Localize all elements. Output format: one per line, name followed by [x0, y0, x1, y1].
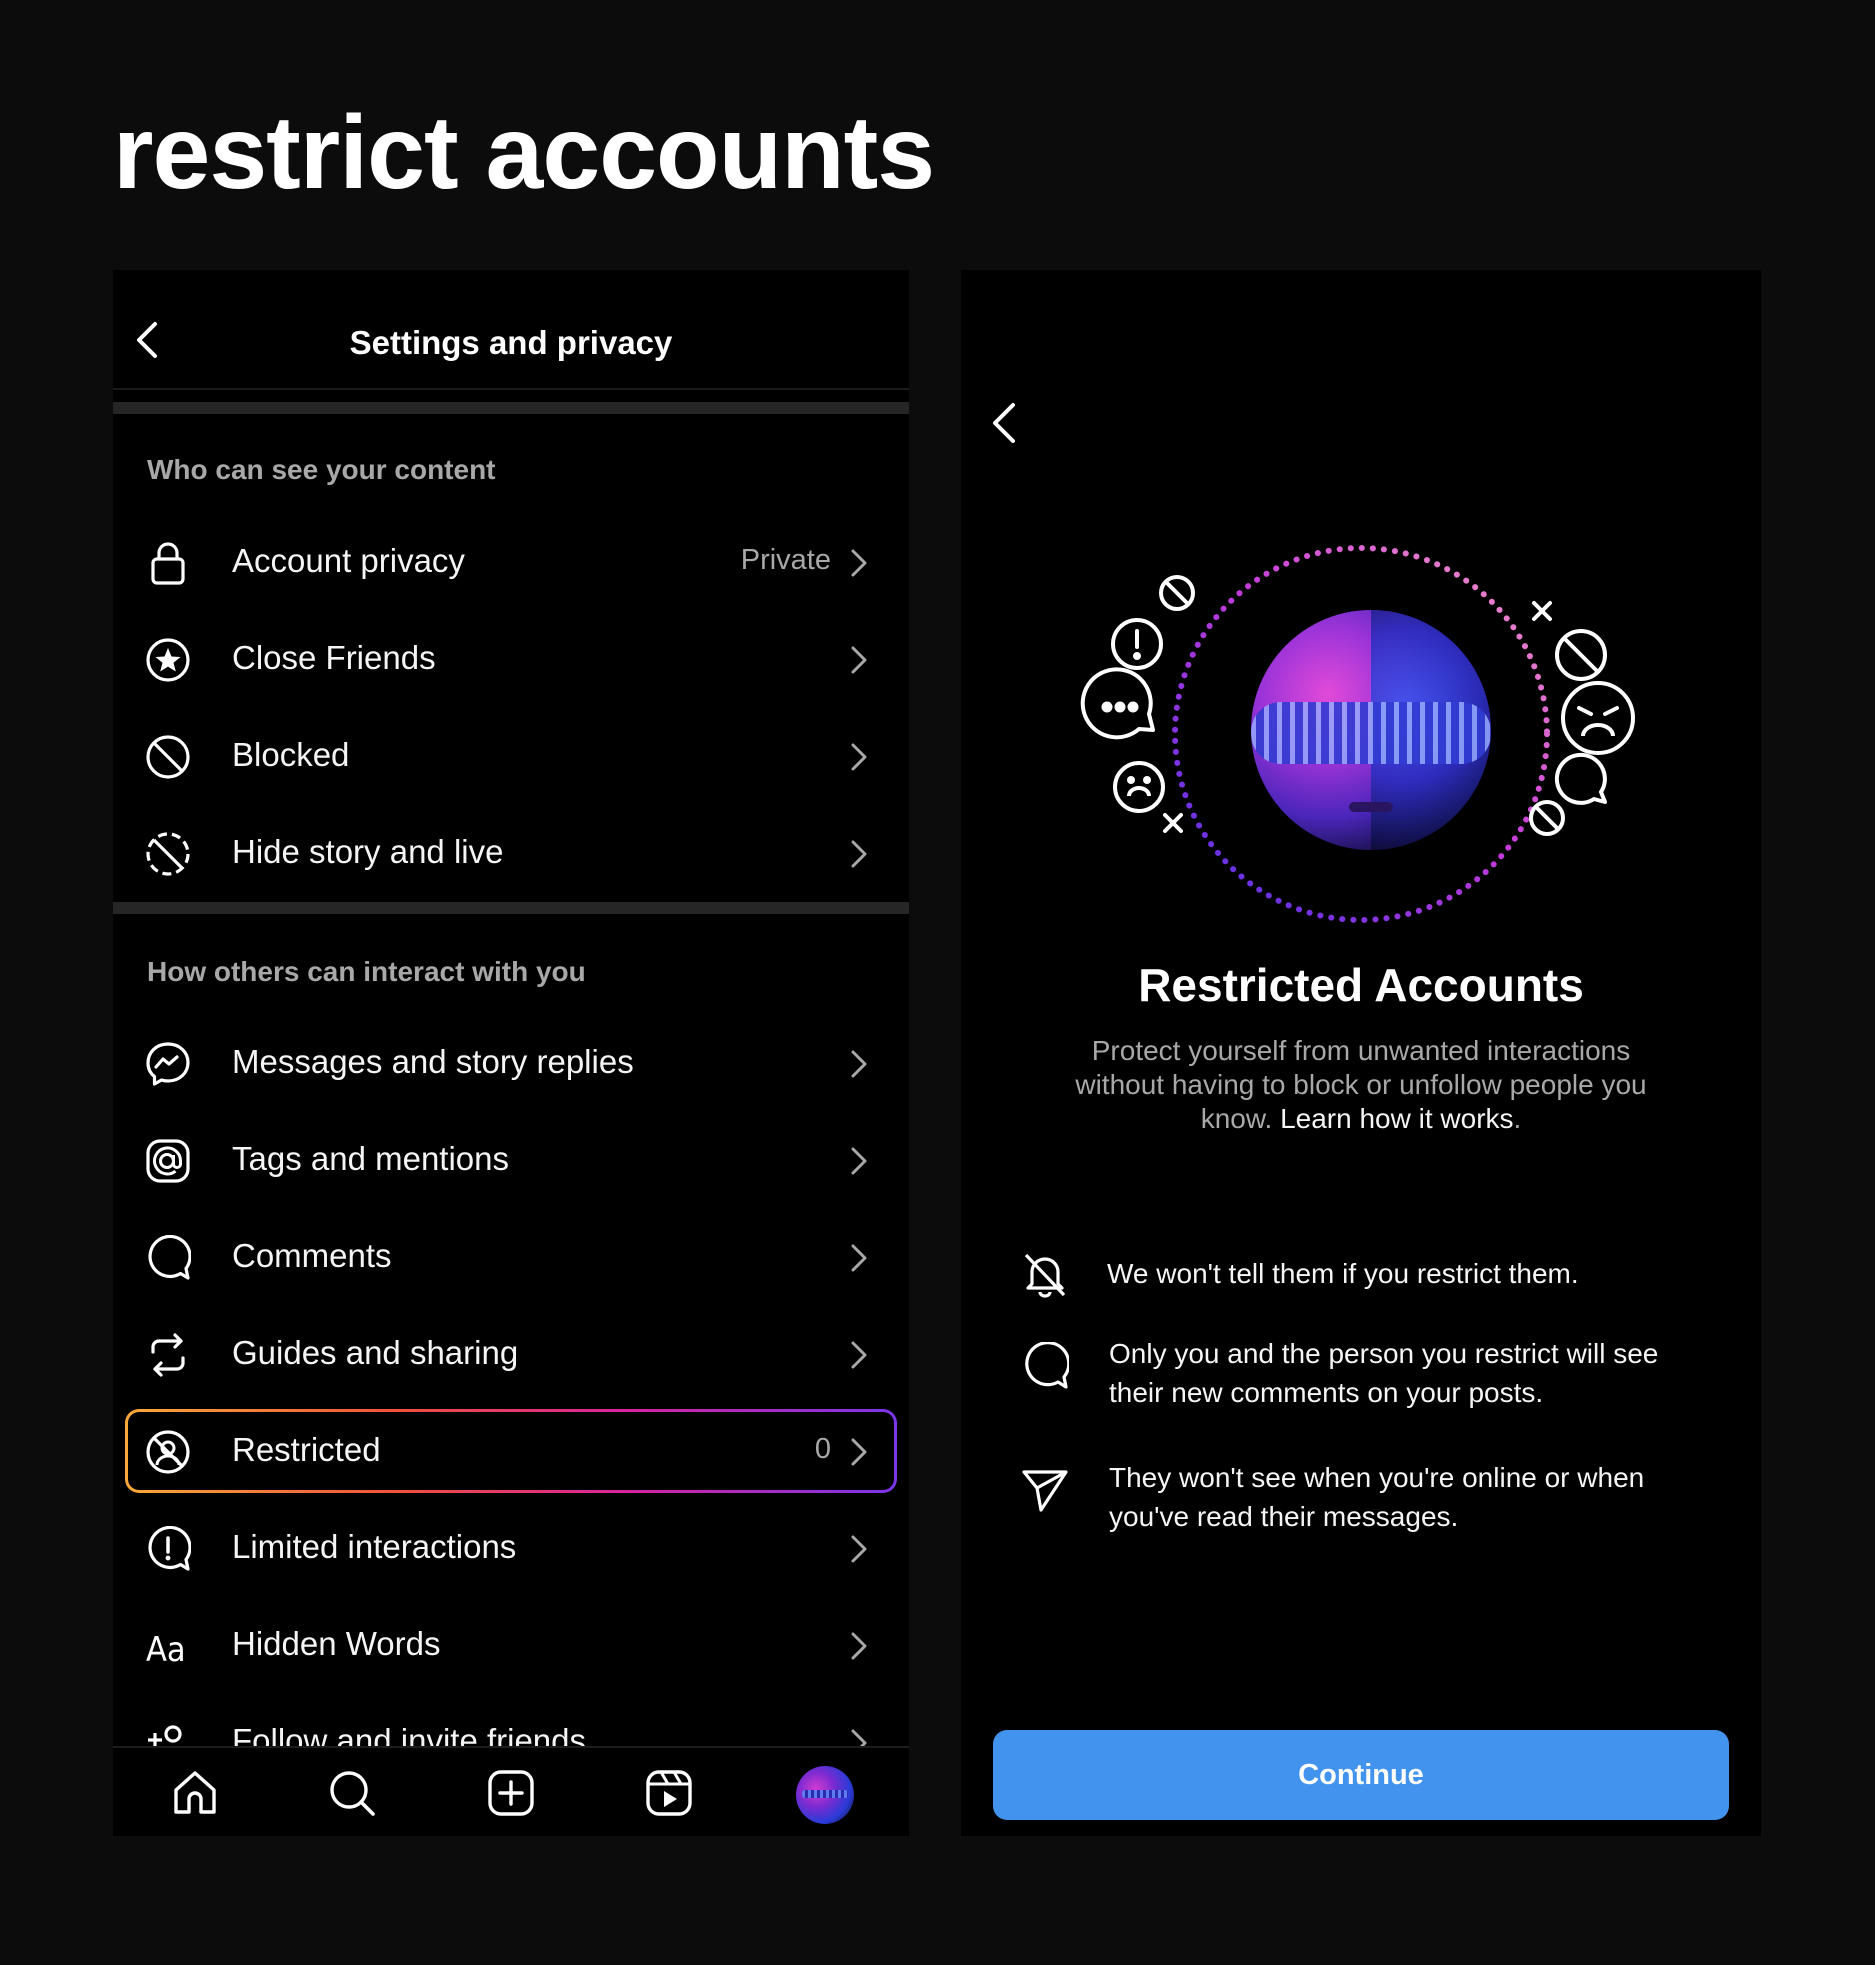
row-label: Close Friends [232, 639, 436, 676]
chevron-right-icon [851, 1438, 867, 1466]
comment-icon [1021, 1342, 1069, 1390]
section-divider [113, 902, 909, 914]
row-label: Limited interactions [232, 1528, 517, 1565]
row-guides-sharing[interactable]: Guides and sharing [125, 1312, 897, 1396]
hide-story-icon [145, 831, 191, 877]
paper-plane-icon [1021, 1466, 1069, 1514]
chevron-right-icon [851, 1050, 867, 1078]
continue-button[interactable]: Continue [993, 1730, 1729, 1820]
home-icon[interactable] [170, 1768, 220, 1818]
block-icon [145, 734, 191, 780]
feature-text: They won't see when you're online or whe… [1109, 1462, 1645, 1532]
chevron-right-icon [851, 1535, 867, 1563]
star-circle-icon [145, 637, 191, 683]
row-tags-mentions[interactable]: Tags and mentions [125, 1118, 897, 1202]
settings-header: Settings and privacy [113, 270, 909, 390]
ellipsis-bubble-icon [1080, 667, 1155, 740]
messenger-icon [145, 1041, 191, 1087]
section-header-visibility: Who can see your content [147, 454, 496, 485]
hidden-words-icon: Aa [145, 1623, 191, 1669]
restricted-count: 0 [814, 1433, 831, 1465]
row-comments[interactable]: Comments [125, 1215, 897, 1299]
row-label: Account privacy [232, 542, 465, 579]
row-account-privacy[interactable]: Account privacy Private [125, 520, 897, 604]
limited-interactions-icon [145, 1526, 191, 1572]
row-label: Hidden Words [232, 1625, 441, 1662]
row-blocked[interactable]: Blocked [125, 714, 897, 798]
back-arrow-icon[interactable] [987, 400, 1023, 446]
angry-face-icon [1561, 681, 1635, 755]
row-value: Private [740, 544, 831, 576]
chevron-right-icon [851, 646, 867, 674]
restricted-accounts-screen: Restricted Accounts Protect yourself fro… [961, 270, 1761, 1836]
chevron-right-icon [851, 1244, 867, 1272]
row-hidden-words[interactable]: Aa Hidden Words [125, 1603, 897, 1687]
row-label: Tags and mentions [232, 1140, 510, 1177]
row-close-friends[interactable]: Close Friends [125, 617, 897, 701]
row-label: Messages and story replies [232, 1043, 634, 1080]
chevron-right-icon [851, 1632, 867, 1660]
restricted-title: Restricted Accounts [1138, 959, 1584, 1011]
row-label: Guides and sharing [232, 1334, 519, 1371]
restricted-description: Protect yourself from unwanted interacti… [1045, 1034, 1677, 1136]
row-messages[interactable]: Messages and story replies [125, 1021, 897, 1105]
feature-text: Only you and the person you restrict wil… [1109, 1338, 1659, 1408]
hidden-words-glyph: Aa [146, 1630, 186, 1669]
learn-more-link[interactable]: Learn how it works [1280, 1103, 1513, 1134]
comment-icon [145, 1235, 191, 1281]
restricted-icon [145, 1429, 191, 1475]
row-hide-story[interactable]: Hide story and live [125, 811, 897, 895]
row-label: Restricted [232, 1431, 381, 1468]
row-label: Blocked [232, 736, 350, 773]
search-icon[interactable] [327, 1768, 377, 1818]
block-icon [1529, 800, 1565, 836]
row-label: Comments [232, 1237, 392, 1274]
section-divider [113, 402, 909, 414]
feature-text: We won't tell them if you restrict them. [1107, 1258, 1579, 1289]
profile-avatar[interactable] [796, 1766, 854, 1824]
chevron-right-icon [851, 840, 867, 868]
lock-icon [145, 540, 191, 586]
row-limited-interactions[interactable]: Limited interactions [125, 1506, 897, 1590]
close-x-icon [1532, 601, 1552, 621]
description-period: . [1513, 1103, 1522, 1134]
share-cycle-icon [145, 1332, 191, 1378]
row-label: Hide story and live [232, 833, 504, 870]
bottom-nav [113, 1746, 909, 1836]
block-icon [1555, 629, 1607, 681]
block-icon [1159, 575, 1195, 611]
sad-face-icon [1113, 761, 1165, 813]
settings-title: Settings and privacy [349, 324, 673, 361]
create-icon[interactable] [486, 1768, 536, 1818]
exclamation-bubble-icon [1111, 618, 1163, 670]
reels-icon[interactable] [644, 1768, 694, 1818]
section-header-interactions: How others can interact with you [147, 956, 586, 987]
header-divider [113, 388, 909, 390]
chevron-right-icon [851, 743, 867, 771]
bell-off-icon [1021, 1250, 1069, 1298]
at-sign-icon [145, 1138, 191, 1184]
chevron-right-icon [851, 1341, 867, 1369]
page-heading: restrict accounts [113, 95, 935, 211]
illustration-ring [1080, 545, 1635, 923]
close-x-icon [1163, 813, 1183, 833]
comment-bubble-icon [1554, 752, 1607, 805]
row-restricted[interactable]: Restricted 0 [125, 1409, 897, 1493]
settings-screen: Settings and privacy Who can see your co… [113, 270, 909, 1836]
chevron-right-icon [851, 1147, 867, 1175]
chevron-right-icon [851, 549, 867, 577]
